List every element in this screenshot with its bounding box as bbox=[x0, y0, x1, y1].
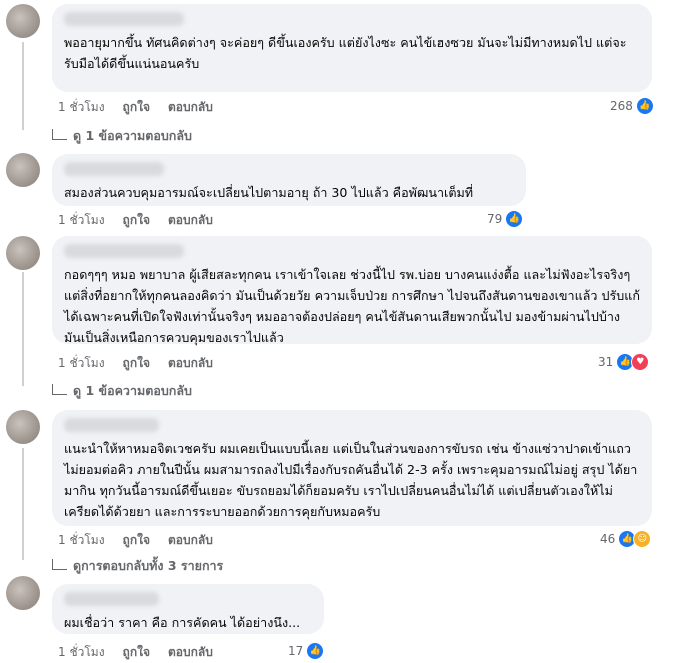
reaction-count-value: 268 bbox=[610, 99, 633, 113]
avatar[interactable] bbox=[6, 4, 40, 38]
comment-bubble: กอดๆๆๆ หมอ พยาบาล ผู้เสียสละทุกคน เราเข้… bbox=[52, 236, 652, 345]
comment-bubble: แนะนำให้หาหมอจิตเวชครับ ผมเคยเป็นแบบนี้เ… bbox=[52, 410, 652, 526]
like-reaction-icon: 👍 bbox=[505, 210, 524, 228]
reaction-count[interactable]: 31 👍 ♥ bbox=[598, 353, 650, 371]
comment-text: สมองส่วนควบคุมอารมณ์จะเปลี่ยนไปตามอายุ ถ… bbox=[64, 185, 474, 200]
like-reaction-icon: 👍 bbox=[635, 97, 654, 115]
reaction-count-value: 17 bbox=[288, 644, 304, 658]
reaction-count[interactable]: 268 👍 bbox=[610, 97, 654, 115]
timestamp[interactable]: 1 ชั่วโมง bbox=[58, 98, 105, 117]
like-reaction-icon: 👍 bbox=[306, 642, 325, 660]
reaction-count-value: 79 bbox=[487, 212, 503, 226]
thread-line bbox=[22, 42, 24, 130]
reaction-count-value: 46 bbox=[600, 532, 616, 546]
author-name-redacted[interactable] bbox=[64, 592, 159, 606]
like-button[interactable]: ถูกใจ bbox=[123, 531, 150, 550]
avatar[interactable] bbox=[6, 410, 40, 444]
timestamp[interactable]: 1 ชั่วโมง bbox=[58, 531, 105, 550]
comment-actions: 1 ชั่วโมง ถูกใจ ตอบกลับ bbox=[58, 98, 231, 117]
author-name-redacted[interactable] bbox=[64, 162, 164, 176]
care-reaction-icon: ☺ bbox=[633, 530, 652, 548]
comment-text: ผมเชื่อว่า ราคา คือ การคัดคน ได้อย่างนึง… bbox=[64, 615, 301, 630]
comment-text: พออายุมากขึ้น ทัศนคิดต่างๆ จะค่อยๆ ดีขึ้… bbox=[64, 35, 627, 71]
like-button[interactable]: ถูกใจ bbox=[123, 354, 150, 373]
comment-bubble: ผมเชื่อว่า ราคา คือ การคัดคน ได้อย่างนึง… bbox=[52, 584, 324, 634]
reply-arrow-icon bbox=[52, 128, 67, 140]
reply-button[interactable]: ตอบกลับ bbox=[168, 98, 213, 117]
author-name-redacted[interactable] bbox=[64, 12, 184, 26]
reaction-count[interactable]: 17 👍 bbox=[288, 642, 325, 660]
view-replies-link[interactable]: ดูการตอบกลับทั้ง 3 รายการ bbox=[52, 556, 223, 576]
reply-button[interactable]: ตอบกลับ bbox=[168, 531, 213, 550]
like-button[interactable]: ถูกใจ bbox=[123, 211, 150, 230]
view-replies-label: ดูการตอบกลับทั้ง 3 รายการ bbox=[73, 558, 224, 573]
view-replies-label: ดู 1 ข้อความตอบกลับ bbox=[73, 128, 192, 143]
reply-button[interactable]: ตอบกลับ bbox=[168, 354, 213, 373]
timestamp[interactable]: 1 ชั่วโมง bbox=[58, 354, 105, 373]
thread-line bbox=[22, 272, 24, 386]
comment-bubble: สมองส่วนควบคุมอารมณ์จะเปลี่ยนไปตามอายุ ถ… bbox=[52, 154, 526, 206]
comment-bubble: พออายุมากขึ้น ทัศนคิดต่างๆ จะค่อยๆ ดีขึ้… bbox=[52, 4, 652, 92]
comment-text: กอดๆๆๆ หมอ พยาบาล ผู้เสียสละทุกคน เราเข้… bbox=[64, 267, 640, 345]
reaction-count[interactable]: 46 👍 ☺ bbox=[600, 530, 652, 548]
avatar[interactable] bbox=[6, 153, 40, 187]
like-button[interactable]: ถูกใจ bbox=[123, 643, 150, 662]
love-reaction-icon: ♥ bbox=[631, 353, 650, 371]
view-replies-label: ดู 1 ข้อความตอบกลับ bbox=[73, 383, 192, 398]
comment-actions: 1 ชั่วโมง ถูกใจ ตอบกลับ bbox=[58, 211, 231, 230]
author-name-redacted[interactable] bbox=[64, 244, 184, 258]
reaction-count[interactable]: 79 👍 bbox=[487, 210, 524, 228]
comment-text: แนะนำให้หาหมอจิตเวชครับ ผมเคยเป็นแบบนี้เ… bbox=[64, 441, 638, 519]
timestamp[interactable]: 1 ชั่วโมง bbox=[58, 643, 105, 662]
comment-actions: 1 ชั่วโมง ถูกใจ ตอบกลับ bbox=[58, 643, 231, 662]
view-replies-link[interactable]: ดู 1 ข้อความตอบกลับ bbox=[52, 381, 192, 401]
view-replies-link[interactable]: ดู 1 ข้อความตอบกลับ bbox=[52, 126, 192, 146]
reaction-count-value: 31 bbox=[598, 355, 614, 369]
comment-actions: 1 ชั่วโมง ถูกใจ ตอบกลับ bbox=[58, 531, 231, 550]
avatar[interactable] bbox=[6, 236, 40, 270]
reply-button[interactable]: ตอบกลับ bbox=[168, 211, 213, 230]
like-button[interactable]: ถูกใจ bbox=[123, 98, 150, 117]
reply-arrow-icon bbox=[52, 558, 67, 570]
author-name-redacted[interactable] bbox=[64, 418, 159, 432]
reply-arrow-icon bbox=[52, 383, 67, 395]
comment-actions: 1 ชั่วโมง ถูกใจ ตอบกลับ bbox=[58, 354, 231, 373]
reply-button[interactable]: ตอบกลับ bbox=[168, 643, 213, 662]
thread-line bbox=[22, 448, 24, 560]
avatar[interactable] bbox=[6, 576, 40, 610]
timestamp[interactable]: 1 ชั่วโมง bbox=[58, 211, 105, 230]
